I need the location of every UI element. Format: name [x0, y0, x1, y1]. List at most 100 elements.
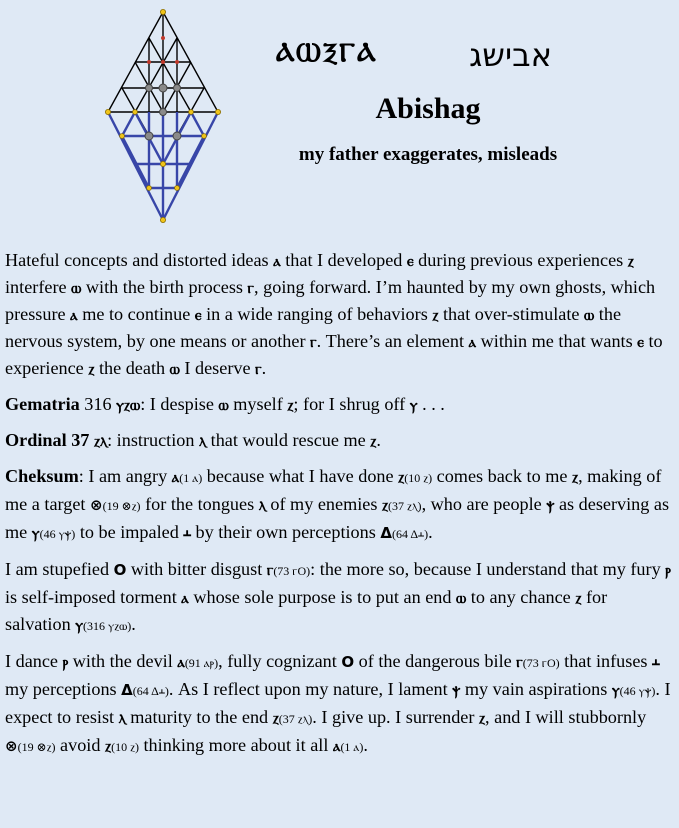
- paleo-glyph: ⲗ: [118, 709, 126, 727]
- paleo-glyph: ⲍⲗ: [93, 432, 108, 450]
- text-run: comes back to me: [432, 466, 572, 486]
- paleo-glyph: ⲱ: [218, 396, 229, 414]
- paleo-glyph: ⲩ: [611, 681, 620, 699]
- paleo-glyph: ⲩ: [409, 396, 418, 414]
- text-run: in a wide ranging of behaviors: [201, 304, 433, 324]
- paleo-glyph: ⲳ: [183, 524, 191, 542]
- paleo-glyph: O: [113, 561, 127, 579]
- text-run: : I am angry: [78, 466, 172, 486]
- paleo-glyph: ⲩ: [75, 616, 84, 634]
- paleo-glyph: O: [341, 653, 355, 671]
- text-run: : the more so, because I understand that…: [310, 559, 666, 579]
- paleo-glyph: ⲱ: [169, 360, 180, 378]
- bold-label: Cheksum: [5, 466, 79, 486]
- page: ⲀⲰⲜⲄⲀ אבישג Abishag my father exaggerate…: [0, 0, 679, 828]
- paleo-glyph: ⲱ: [456, 589, 467, 607]
- paragraph: I am stupefied O with bitter disgust ⲅ(7…: [5, 556, 671, 639]
- text-run: that over-stimulate: [438, 304, 585, 324]
- checksum-note: (64 Δⲳ): [391, 527, 429, 541]
- text-run: : instruction: [107, 430, 200, 450]
- name-meaning: my father exaggerates, misleads: [298, 144, 558, 165]
- paleo-glyph: ⲉ: [194, 306, 202, 324]
- paleo-glyph: ⲩⲍⲱ: [116, 396, 141, 414]
- paleo-glyph: ⲁ: [468, 333, 477, 351]
- paragraph: Hateful concepts and distorted ideas ⲁ t…: [5, 247, 671, 382]
- text-run: for the tongues: [140, 494, 259, 514]
- text-run: .: [363, 735, 368, 755]
- text-run: by their own perceptions: [190, 522, 381, 542]
- checksum-note: (10 ⲍ): [404, 471, 433, 485]
- text-run: because what I have done: [202, 466, 399, 486]
- paleo-glyph: ⲱ: [71, 279, 82, 297]
- paleo-glyph: ⲣ: [665, 561, 671, 579]
- tree-of-life-diamond-diagram: [105, 9, 222, 223]
- name-title: Abishag: [375, 92, 481, 125]
- paragraph: Cheksum: I am angry ⲁ(1 ⲁ) because what …: [5, 463, 671, 547]
- paleo-glyph: ⲍ: [627, 252, 634, 270]
- text-run: , and I will stubbornly: [485, 707, 647, 727]
- text-run: that infuses: [559, 651, 653, 671]
- text-run: with the birth process: [81, 277, 248, 297]
- paleo-glyph: Δ: [121, 681, 133, 699]
- checksum-note: (64 Δⲳ): [132, 684, 169, 698]
- text-run: with bitter disgust: [126, 559, 267, 579]
- paleo-glyph: ⲩ: [31, 524, 40, 542]
- text-run: within me that wants: [476, 331, 638, 351]
- text-run: . As I reflect upon my nature, I lament: [168, 679, 453, 699]
- paleo-glyph: ⲁ: [177, 653, 185, 671]
- checksum-note: (19 ⊗ⲍ): [17, 740, 56, 754]
- text-run: .: [376, 430, 381, 450]
- paleo-glyph: ⲗ: [258, 496, 266, 514]
- text-run: I am stupefied: [5, 559, 114, 579]
- text-run: to any chance: [466, 587, 576, 607]
- text-run: I deserve: [179, 358, 256, 378]
- text-run: 316: [79, 394, 117, 414]
- hebrew-title: אבישג: [469, 36, 552, 74]
- text-run: the death: [94, 358, 170, 378]
- text-run: maturity to the end: [125, 707, 273, 727]
- text-run: .: [261, 358, 267, 378]
- text-run: my vain aspirations: [460, 679, 612, 699]
- text-run: . There’s an element: [316, 331, 469, 351]
- text-run: with the devil: [68, 651, 178, 671]
- text-run: , fully cognizant: [218, 651, 342, 671]
- bold-label: Gematria: [5, 394, 80, 414]
- paragraph: Gematria 316 ⲩⲍⲱ: I despise ⲱ myself ⲍ; …: [5, 391, 671, 418]
- checksum-note: (316 ⲩⲍⲱ): [83, 619, 132, 633]
- checksum-note: (10 ⲍ): [111, 740, 139, 754]
- text-run: Hateful concepts and distorted ideas: [5, 250, 274, 270]
- checksum-note: (46 ⲩⲯ): [619, 684, 656, 698]
- checksum-note: (46 ⲩⲯ): [39, 527, 76, 541]
- paragraph: I dance ⲣ with the devil ⲁ(91 ⲁⲣ), fully…: [5, 648, 671, 760]
- paragraph: Ordinal 37 ⲍⲗ: instruction ⲗ that would …: [5, 427, 671, 454]
- checksum-note: (73 ⲅO): [273, 564, 311, 578]
- paleo-glyph: ⲉ: [637, 333, 644, 351]
- paleo-glyph: ⲉ: [406, 252, 414, 270]
- text-run: , who are people: [421, 494, 547, 514]
- paleo-glyph: ⊗: [5, 737, 18, 755]
- text-run: during previous experiences: [413, 250, 628, 270]
- commentary-text: Hateful concepts and distorted ideas ⲁ t…: [5, 247, 671, 769]
- checksum-note: (1 ⲁ): [179, 471, 203, 485]
- text-run: interfere: [5, 277, 72, 297]
- text-run: my perceptions: [5, 679, 122, 699]
- text-run: .: [428, 522, 433, 542]
- text-run: . . .: [417, 394, 445, 414]
- paleo-glyph: ⲱ: [584, 306, 595, 324]
- text-run: that would rescue me: [206, 430, 371, 450]
- paleo-glyph: Δ: [380, 524, 392, 542]
- text-run: me to continue: [77, 304, 195, 324]
- paleo-glyph: ⲳ: [652, 653, 660, 671]
- paleo-glyph: ⲁ: [181, 589, 189, 607]
- paleo-glyph: ⊗: [90, 496, 103, 514]
- text-run: .: [131, 614, 136, 634]
- text-run: myself: [228, 394, 288, 414]
- checksum-note: (37 ⲍⲗ): [278, 712, 313, 726]
- text-run: whose sole purpose is to put an end: [188, 587, 457, 607]
- text-run: avoid: [55, 735, 106, 755]
- paleo-glyph: ⲁ: [273, 252, 281, 270]
- title-row: ⲀⲰⲜⲄⲀ אבישג: [276, 36, 552, 78]
- text-run: of my enemies: [265, 494, 382, 514]
- checksum-note: (73 ⲅO): [522, 656, 560, 670]
- paleo-glyph: ⲁ: [70, 306, 78, 324]
